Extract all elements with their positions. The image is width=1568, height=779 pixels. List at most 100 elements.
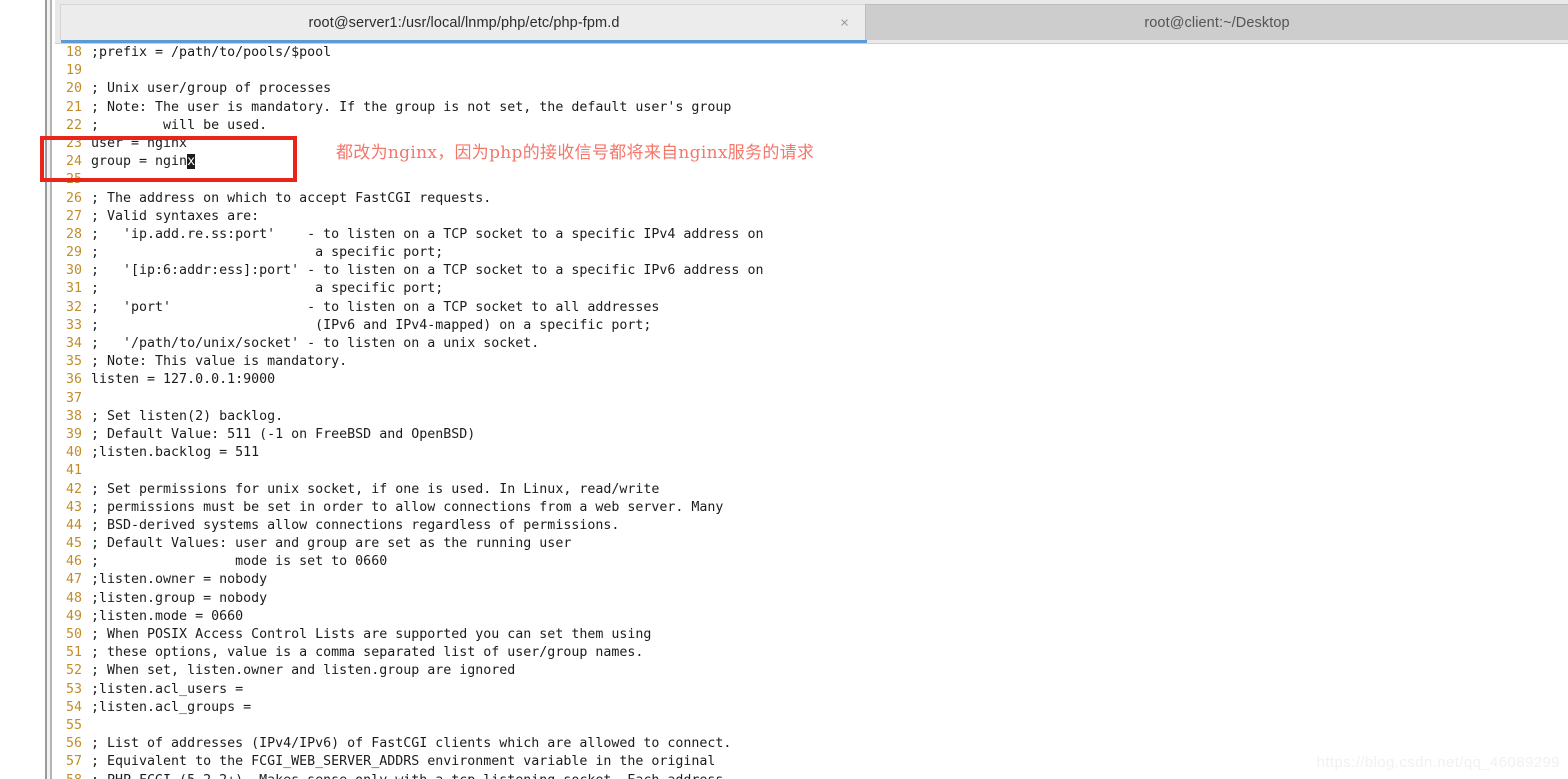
code-line: 31 ; a specific port; (52, 280, 1568, 298)
tab-title-inactive: root@client:~/Desktop (1144, 14, 1290, 31)
code-line: 20 ; Unix user/group of processes (52, 80, 1568, 98)
code-line: 36 listen = 127.0.0.1:9000 (52, 371, 1568, 389)
line-text: ;prefix = /path/to/pools/$pool (91, 45, 332, 60)
code-line: 52 ; When set, listen.owner and listen.gr… (52, 662, 1568, 680)
line-number: 24 (65, 154, 82, 170)
line-text: ; '/path/to/unix/socket' - to listen on … (91, 336, 540, 351)
line-text: ; these options, value is a comma separa… (91, 645, 644, 661)
code-line: 18 ;prefix = /path/to/pools/$pool (52, 44, 1568, 62)
line-number: 41 (65, 463, 82, 479)
line-number: 27 (65, 208, 82, 224)
line-number: 46 (65, 554, 82, 570)
line-number: 22 (65, 117, 82, 133)
line-number: 58 (52, 772, 82, 779)
line-text (82, 717, 1568, 735)
line-text (82, 390, 1568, 408)
line-number: 28 (65, 226, 82, 242)
terminal-tab-bar: root@server1:/usr/local/lnmp/php/etc/php… (55, 0, 1568, 44)
code-line: 38 ; Set listen(2) backlog. (52, 408, 1568, 426)
line-text: ; Default Values: user and group are set… (91, 536, 572, 552)
line-number: 45 (65, 536, 82, 552)
line-number: 52 (65, 663, 82, 679)
line-text: ; The address on which to accept FastCGI… (91, 190, 492, 206)
code-line: 42 ; Set permissions for unix socket, if … (52, 481, 1568, 499)
line-text: ;listen.group = nobody (91, 590, 268, 606)
line-text: ; 'port' - to listen on a TCP socket to … (91, 299, 660, 315)
code-line: 39 ; Default Value: 511 (-1 on FreeBSD an… (52, 426, 1568, 444)
line-number: 30 (65, 263, 82, 279)
code-line: 29 ; a specific port; (52, 244, 1568, 262)
line-text: ;listen.acl_users = (91, 681, 244, 697)
code-line: 37 (52, 390, 1568, 408)
line-text: ;listen.backlog = 511 (91, 445, 260, 461)
code-line: 28 ; 'ip.add.re.ss:port' - to listen on a… (52, 226, 1568, 244)
code-line: 56 ; List of addresses (IPv4/IPv6) of Fas… (52, 735, 1568, 753)
line-number: 47 (65, 572, 82, 588)
line-text: ; mode is set to 0660 (91, 554, 388, 570)
code-line: 32 ; 'port' - to listen on a TCP socket t… (52, 299, 1568, 317)
line-number: 36 (65, 372, 82, 388)
line-text: ; a specific port; (91, 281, 444, 297)
line-text: ;listen.mode = 0660 (91, 608, 244, 624)
line-text: ; When set, listen.owner and listen.grou… (91, 663, 516, 679)
line-number: 48 (65, 590, 82, 606)
line-number: 57 (65, 754, 82, 770)
line-text: ; Valid syntaxes are: (91, 208, 260, 224)
line-number: 56 (65, 736, 82, 752)
line-text: ; a specific port; (91, 245, 444, 261)
line-text: ; When POSIX Access Control Lists are su… (91, 627, 652, 642)
line-number: 53 (65, 681, 82, 697)
line-number: 23 (65, 135, 82, 151)
code-line: 22 ; will be used. (52, 117, 1568, 135)
line-text: listen = 127.0.0.1:9000 (91, 372, 276, 388)
line-text: ; '[ip:6:addr:ess]:port' - to listen on … (91, 263, 764, 279)
code-line: 48 ;listen.group = nobody (52, 590, 1568, 608)
line-text: ; 'ip.add.re.ss:port' - to listen on a T… (91, 226, 764, 242)
code-line: 58; PHP FCGI (5.2.2+). Makes sense only … (52, 772, 1568, 779)
line-text: user = nginx (91, 135, 188, 151)
line-number: 51 (65, 645, 82, 661)
code-line: 50 ; When POSIX Access Control Lists are … (52, 626, 1568, 644)
line-number: 49 (65, 608, 82, 624)
line-text: ; Note: The user is mandatory. If the gr… (91, 99, 732, 115)
line-text: ; Set permissions for unix socket, if on… (91, 481, 660, 497)
tab-client-desktop[interactable]: root@client:~/Desktop (865, 4, 1568, 40)
close-icon[interactable]: × (840, 15, 849, 30)
line-number: 32 (65, 299, 82, 315)
line-text: ; (IPv6 and IPv4-mapped) on a specific p… (91, 317, 652, 333)
code-line: 49 ;listen.mode = 0660 (52, 608, 1568, 626)
line-number: 19 (65, 63, 82, 79)
code-line: 41 (52, 462, 1568, 480)
annotation-chinese-note: 都改为nginx，因为php的接收信号都将来自nginx服务的请求 (336, 143, 815, 163)
line-text: ; will be used. (91, 117, 268, 133)
line-text: ; Note: This value is mandatory. (91, 354, 348, 370)
line-number: 37 (65, 390, 82, 406)
line-number: 50 (65, 627, 82, 642)
line-text: ; Default Value: 511 (-1 on FreeBSD and … (91, 426, 476, 442)
code-line: 34 ; '/path/to/unix/socket' - to listen o… (52, 335, 1568, 353)
line-number: 44 (65, 517, 82, 533)
window-edge-outer-border (45, 0, 47, 779)
line-text: ; PHP FCGI (5.2.2+). Makes sense only wi… (82, 772, 1568, 779)
code-line: 26 ; The address on which to accept FastC… (52, 190, 1568, 208)
line-text: ;listen.acl_groups = (91, 699, 252, 715)
line-text: ; List of addresses (IPv4/IPv6) of FastC… (91, 736, 732, 752)
watermark-url: https://blog.csdn.net/qq_46089299 (1316, 754, 1560, 771)
line-number: 42 (65, 481, 82, 497)
line-number: 29 (65, 245, 82, 261)
line-text: group = nginx (91, 154, 196, 170)
line-text (82, 62, 1568, 80)
code-line: 35 ; Note: This value is mandatory. (52, 353, 1568, 371)
code-line: 27 ; Valid syntaxes are: (52, 208, 1568, 226)
line-number: 40 (65, 445, 82, 461)
code-line: 43 ; permissions must be set in order to … (52, 499, 1568, 517)
line-number: 31 (65, 281, 82, 297)
line-number: 25 (65, 172, 82, 188)
tab-php-fpm-d[interactable]: root@server1:/usr/local/lnmp/php/etc/php… (60, 4, 868, 44)
line-text: ; Unix user/group of processes (91, 81, 332, 97)
code-line: 45 ; Default Values: user and group are s… (52, 535, 1568, 553)
code-line: 33 ; (IPv6 and IPv4-mapped) on a specific… (52, 317, 1568, 335)
code-line: 19 (52, 62, 1568, 80)
line-number: 20 (65, 81, 82, 97)
tab-title-active: root@server1:/usr/local/lnmp/php/etc/php… (308, 14, 620, 31)
